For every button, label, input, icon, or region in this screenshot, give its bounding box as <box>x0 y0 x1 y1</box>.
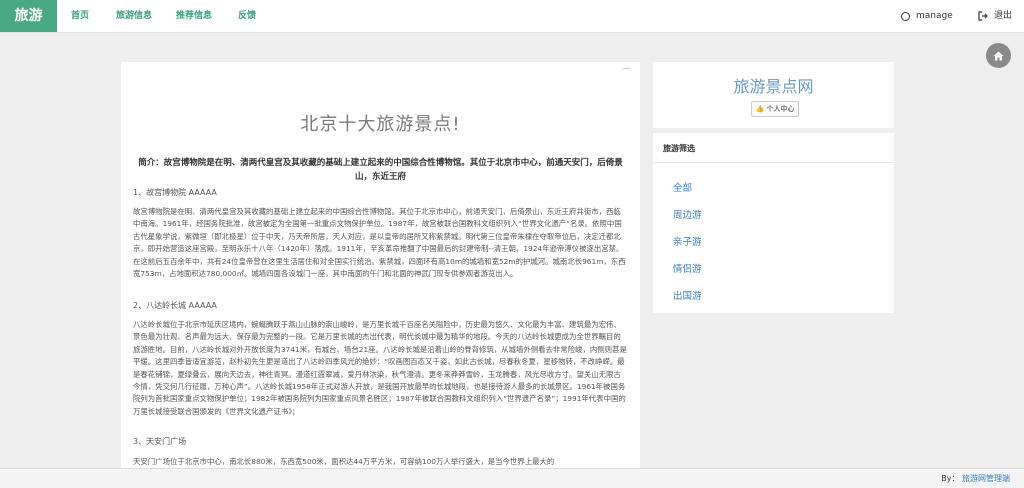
logout-label: 退出 <box>994 11 1013 21</box>
filter-panel: 旅游筛选 全部 周边游 亲子游 情侣游 出国游 <box>653 133 894 313</box>
section-body: 八达岭长城位于北京市延庆区境内，蜿蜒腾跃于燕山山脉的崇山峻岭，是万里长城千百座名… <box>133 320 627 416</box>
filter-item-abroad[interactable]: 出国游 <box>673 288 702 302</box>
article-panel: 北京十大旅游景点! 简介：故宫博物院是在明、清两代皇宫及其收藏的基础上建立起来的… <box>121 62 640 487</box>
top-navbar: 旅游 首页 旅游信息 推荐信息 反馈 manage 退出 <box>0 0 1024 33</box>
nav-feedback[interactable]: 反馈 <box>238 0 256 32</box>
home-button[interactable] <box>986 43 1011 68</box>
section-body: 天安门广场位于北京市中心，南北长880米，东西宽500米，面积达44万平方米，可… <box>133 457 555 466</box>
footer-prefix: By： <box>941 474 960 483</box>
user-circle-icon <box>901 11 910 21</box>
filter-heading: 旅游筛选 <box>663 144 695 153</box>
logout-button[interactable]: 退出 <box>978 0 1012 32</box>
nav-home[interactable]: 首页 <box>71 0 89 32</box>
nav-travel-info[interactable]: 旅游信息 <box>116 0 152 32</box>
footer: By： 旅游网管理端 <box>0 468 1024 488</box>
filter-item-all[interactable]: 全部 <box>673 180 692 194</box>
filter-item-couple[interactable]: 情侣游 <box>673 261 702 275</box>
collapse-icon[interactable] <box>623 68 630 69</box>
article-intro: 简介：故宫博物院是在明、清两代皇宫及其收藏的基础上建立起来的中国综合性博物馆。其… <box>138 158 623 182</box>
thumbs-up-icon: 👍 <box>755 105 765 113</box>
divider <box>653 162 894 163</box>
brand-logo[interactable]: 旅游 <box>0 0 57 32</box>
nav-recommend[interactable]: 推荐信息 <box>176 0 212 32</box>
section-body: 故宫博物院是在明、清两代皇宫及其收藏的基础上建立起来的中国综合性博物馆。其位于北… <box>133 207 626 279</box>
site-name: 旅游景点网 <box>733 77 814 96</box>
filter-item-family[interactable]: 亲子游 <box>673 234 702 248</box>
article-title: 北京十大旅游景点! <box>300 114 461 135</box>
filter-item-nearby[interactable]: 周边游 <box>673 207 702 221</box>
user-menu[interactable]: manage <box>901 0 953 32</box>
section-heading: 1、故宫博物院 AAAAA <box>133 188 217 197</box>
footer-credit: By： 旅游网管理端 <box>941 473 1010 484</box>
section-heading: 3、天安门广场 <box>133 437 187 446</box>
section-heading: 2、八达岭长城 AAAAA <box>133 301 217 310</box>
logout-icon <box>978 11 988 21</box>
footer-admin-link[interactable]: 旅游网管理端 <box>962 474 1010 483</box>
site-info-card: 旅游景点网 👍 个人中心 <box>653 62 894 128</box>
personal-center-label: 个人中心 <box>766 105 795 113</box>
user-name: manage <box>916 11 953 21</box>
personal-center-button[interactable]: 👍 个人中心 <box>751 101 799 117</box>
home-icon <box>993 51 1004 60</box>
